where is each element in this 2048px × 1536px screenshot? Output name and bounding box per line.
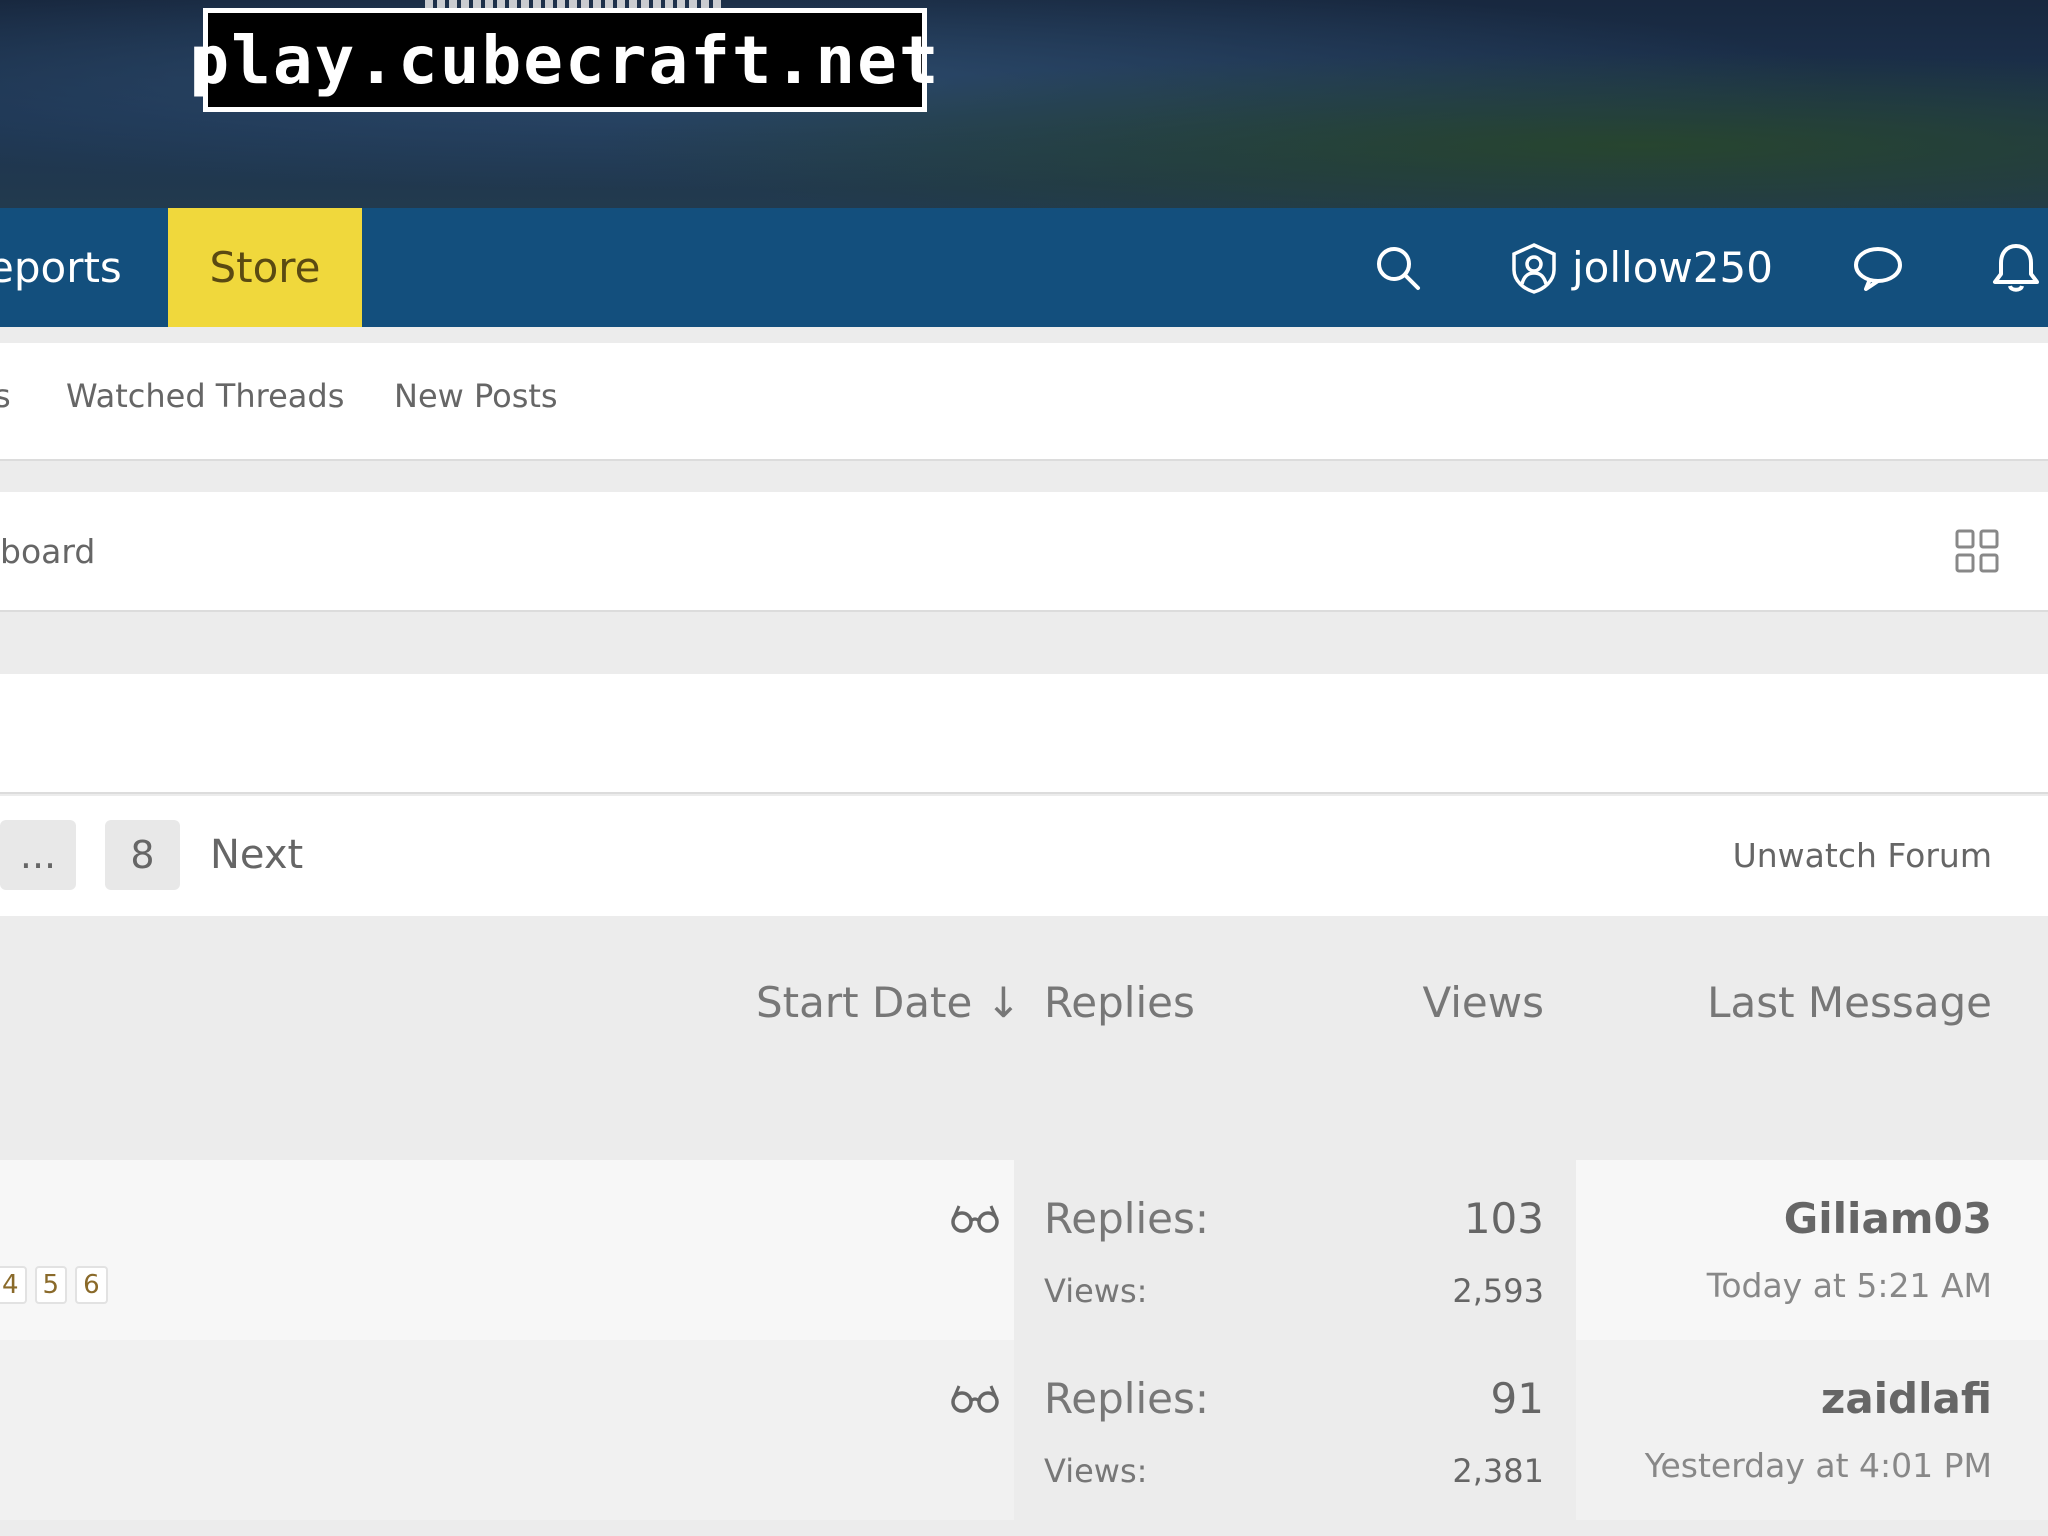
banner-tagline — [425, 0, 725, 8]
bell-icon — [1993, 243, 2039, 292]
thread-stats: Replies: 103 Views: 2,593 — [1014, 1160, 1576, 1340]
thread-list-header: Start Date ↓ Replies Views Last Message — [0, 916, 2048, 1160]
header-banner: play.cubecraft.net — [0, 0, 2048, 208]
views-label: Views: — [1044, 1272, 1148, 1310]
nav-tab-reports[interactable]: eports — [0, 208, 122, 327]
alerts-button[interactable] — [1988, 208, 2044, 327]
thread-page-link[interactable]: 4 — [0, 1266, 27, 1304]
replies-label: Replies: — [1044, 1194, 1210, 1243]
user-shield-icon — [1512, 242, 1556, 294]
main-nav: eports Store jollow250 — [0, 208, 2048, 327]
page-jump-button[interactable]: ... — [0, 820, 76, 890]
sort-last-message[interactable]: Last Message — [1707, 978, 1992, 1027]
views-count: 2,593 — [1452, 1272, 1544, 1310]
page-nav: ... 8 Next Unwatch Forum — [0, 796, 2048, 916]
search-button[interactable] — [1372, 208, 1424, 327]
nav-tab-store[interactable]: Store — [168, 208, 362, 327]
last-post-time[interactable]: Today at 5:21 AM — [1707, 1266, 1992, 1305]
forum-description-panel — [0, 674, 2048, 794]
thread-row: 4 5 6 Replies: 103 Views: 2,593 Giliam03… — [0, 1160, 2048, 1340]
sub-nav: s Watched Threads New Posts — [0, 343, 2048, 461]
breadcrumb-item[interactable]: board — [0, 532, 95, 571]
views-count: 2,381 — [1452, 1452, 1544, 1490]
thread-stats: Replies: 91 Views: 2,381 — [1014, 1340, 1576, 1520]
subnav-new-posts[interactable]: New Posts — [394, 377, 558, 415]
thread-row: Replies: 91 Views: 2,381 zaidlafi Yester… — [0, 1340, 2048, 1520]
unwatch-forum-button[interactable]: Unwatch Forum — [1733, 836, 1992, 875]
watched-glasses-icon — [951, 1205, 999, 1233]
subnav-watched-threads[interactable]: Watched Threads — [66, 377, 344, 415]
logo-text: play.cubecraft.net — [189, 21, 941, 99]
sort-views[interactable]: Views — [1422, 978, 1544, 1027]
breadcrumb: board — [0, 492, 2048, 612]
conversations-button[interactable] — [1852, 208, 1904, 327]
thread-page-link[interactable]: 6 — [75, 1266, 108, 1304]
watched-glasses-icon — [951, 1385, 999, 1413]
server-address-logo[interactable]: play.cubecraft.net — [189, 8, 939, 112]
replies-count: 91 — [1490, 1374, 1544, 1423]
thread-main[interactable] — [0, 1340, 1014, 1520]
page-8-button[interactable]: 8 — [105, 820, 180, 890]
next-page-link[interactable]: Next — [210, 832, 303, 878]
account-menu[interactable]: jollow250 — [1508, 208, 1773, 327]
views-label: Views: — [1044, 1452, 1148, 1490]
sort-start-date[interactable]: Start Date ↓ — [756, 978, 1021, 1027]
last-poster-link[interactable]: Giliam03 — [1784, 1194, 1992, 1243]
username-label: jollow250 — [1572, 243, 1773, 292]
last-post-time[interactable]: Yesterday at 4:01 PM — [1645, 1446, 1992, 1485]
last-poster-link[interactable]: zaidlafi — [1821, 1374, 1992, 1423]
thread-page-links: 4 5 6 — [0, 1266, 108, 1304]
replies-count: 103 — [1463, 1194, 1544, 1243]
search-icon — [1377, 246, 1420, 290]
thread-page-link[interactable]: 5 — [34, 1266, 68, 1304]
sort-replies[interactable]: Replies — [1044, 978, 1195, 1027]
replies-label: Replies: — [1044, 1374, 1210, 1423]
grid-icon[interactable] — [1955, 529, 1999, 573]
thread-last-message: zaidlafi Yesterday at 4:01 PM — [1576, 1340, 2048, 1520]
thread-main[interactable]: 4 5 6 — [0, 1160, 1014, 1340]
subnav-item-partial[interactable]: s — [0, 377, 11, 415]
conversation-icon — [1854, 246, 1902, 291]
thread-last-message: Giliam03 Today at 5:21 AM — [1576, 1160, 2048, 1340]
